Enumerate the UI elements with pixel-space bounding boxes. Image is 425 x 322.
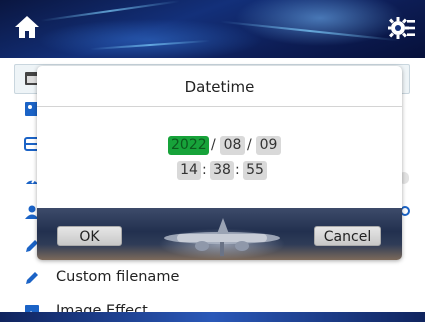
datetime-dialog: Datetime 2022 / 08 / 09 14 : 38 : 55 OK … <box>37 66 402 260</box>
time-separator: : <box>235 162 240 178</box>
dialog-title: Datetime <box>184 78 255 96</box>
ok-button[interactable]: OK <box>57 226 122 246</box>
minute-field[interactable]: 38 <box>210 161 234 180</box>
hour-field[interactable]: 14 <box>177 161 201 180</box>
header-decoration <box>40 0 180 22</box>
bottom-decoration <box>0 312 425 322</box>
date-separator: / <box>247 137 252 153</box>
settings-item-custom-filename[interactable]: Custom filename <box>0 260 425 294</box>
cancel-button[interactable]: Cancel <box>314 226 381 246</box>
settings-item-label: Custom filename <box>56 269 180 285</box>
year-field[interactable]: 2022 <box>168 136 209 155</box>
airplane-image <box>164 218 280 256</box>
date-separator: / <box>211 137 216 153</box>
header-decoration <box>90 39 210 51</box>
app-header <box>0 0 425 58</box>
header-decoration <box>220 20 400 42</box>
divider <box>37 106 402 107</box>
home-icon[interactable] <box>14 14 40 40</box>
second-field[interactable]: 55 <box>243 161 267 180</box>
pencil-icon <box>26 272 38 284</box>
dialog-footer: OK Cancel <box>37 208 402 260</box>
month-field[interactable]: 08 <box>220 136 245 155</box>
day-field[interactable]: 09 <box>256 136 281 155</box>
time-separator: : <box>202 162 207 178</box>
settings-gear-icon[interactable] <box>388 14 416 42</box>
